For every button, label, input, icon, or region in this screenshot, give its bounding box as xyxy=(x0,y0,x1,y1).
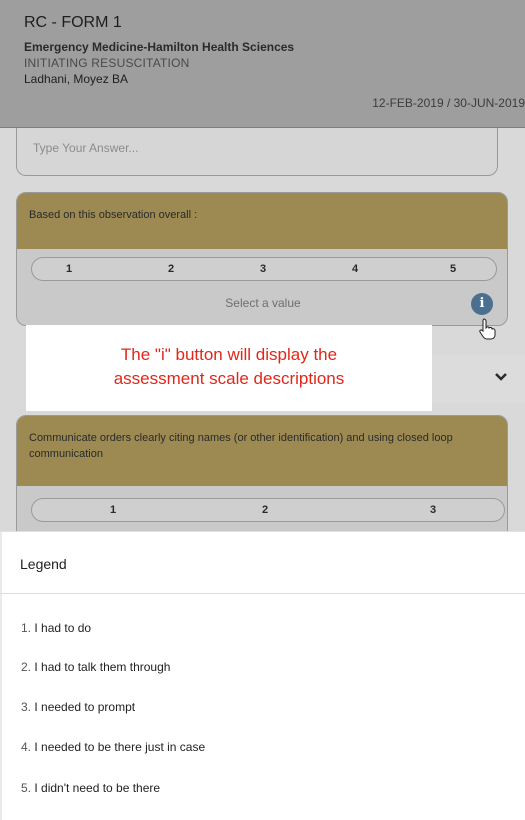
scale-option-3[interactable]: 3 xyxy=(260,263,266,275)
legend-edge xyxy=(0,532,2,820)
scale-option-3[interactable]: 3 xyxy=(430,504,436,516)
legend-item: 5. I didn't need to be there xyxy=(21,781,160,795)
legend-item-text: I had to do xyxy=(34,621,92,635)
answer-input[interactable]: Type Your Answer... xyxy=(16,128,498,176)
scale-option-2[interactable]: 2 xyxy=(168,263,174,275)
question-card-communication: Communicate orders clearly citing names … xyxy=(16,415,508,550)
legend-item-text: I had to talk them through xyxy=(34,660,171,674)
legend-panel: Legend 1. I had to do 2. I had to talk t… xyxy=(0,531,525,820)
chevron-down-icon[interactable] xyxy=(492,370,510,384)
legend-item-number: 4. xyxy=(21,740,32,754)
info-icon[interactable]: i xyxy=(471,293,493,315)
rating-scale[interactable]: 1 2 3 xyxy=(31,498,505,522)
select-value-label: Select a value xyxy=(225,296,301,310)
legend-item: 1. I had to do xyxy=(21,621,91,635)
scale-option-4[interactable]: 4 xyxy=(352,263,358,275)
assessee-name: Ladhani, Moyez BA xyxy=(24,72,129,86)
callout-line-1: The "i" button will display the xyxy=(120,345,338,364)
legend-item-number: 5. xyxy=(21,781,32,795)
question-text: Based on this observation overall : xyxy=(17,193,507,249)
scale-option-5[interactable]: 5 xyxy=(450,263,456,275)
legend-item: 3. I needed to prompt xyxy=(21,700,135,714)
organization-name: Emergency Medicine-Hamilton Health Scien… xyxy=(24,40,295,54)
collapsed-section-bar[interactable] xyxy=(432,355,525,403)
scale-option-1[interactable]: 1 xyxy=(66,263,72,275)
legend-item-number: 2. xyxy=(21,660,32,674)
scale-option-1[interactable]: 1 xyxy=(110,504,116,516)
legend-item: 4. I needed to be there just in case xyxy=(21,740,205,754)
answer-placeholder: Type Your Answer... xyxy=(33,141,139,155)
legend-item-text: I didn't need to be there xyxy=(34,781,161,795)
legend-title: Legend xyxy=(20,556,67,572)
annotation-callout: The "i" button will display the assessme… xyxy=(26,325,432,411)
scale-option-2[interactable]: 2 xyxy=(262,504,268,516)
legend-item: 2. I had to talk them through xyxy=(21,660,170,674)
question-card-overall: Based on this observation overall : 1 2 … xyxy=(16,192,508,326)
rating-scale[interactable]: 1 2 3 4 5 xyxy=(31,257,497,281)
hand-pointer-icon xyxy=(479,318,496,340)
legend-item-number: 3. xyxy=(21,700,32,714)
legend-item-number: 1. xyxy=(21,621,32,635)
callout-line-2: assessment scale descriptions xyxy=(113,369,345,388)
legend-divider xyxy=(0,593,525,594)
legend-item-text: I needed to prompt xyxy=(34,700,136,714)
legend-item-text: I needed to be there just in case xyxy=(34,740,206,754)
question-text: Communicate orders clearly citing names … xyxy=(17,416,507,486)
date-range: 12-FEB-2019 / 30-JUN-2019 xyxy=(372,96,525,110)
section-name: INITIATING RESUSCITATION xyxy=(24,56,190,70)
form-header: RC - FORM 1 Emergency Medicine-Hamilton … xyxy=(0,0,525,128)
form-title: RC - FORM 1 xyxy=(24,14,122,31)
